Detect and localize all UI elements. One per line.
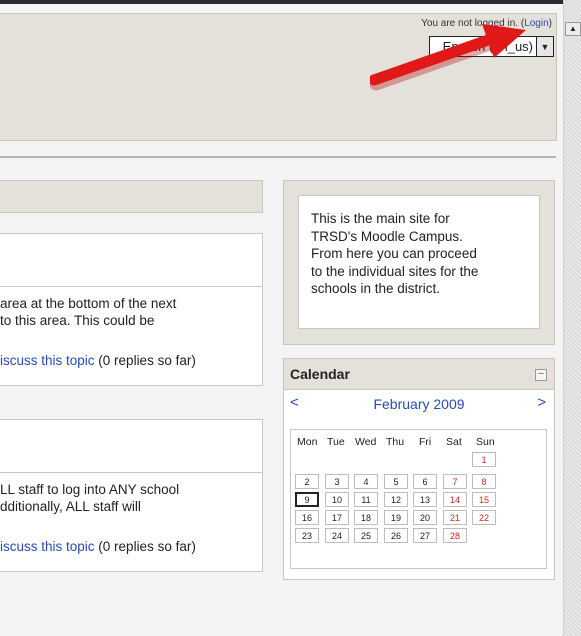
calendar-dow-sun: Sun	[476, 436, 495, 448]
post-body: area at the bottom of the next to this a…	[0, 287, 262, 329]
forum-post-2: LL staff to log into ANY school dditiona…	[0, 419, 263, 572]
calendar-day[interactable]: 22	[472, 510, 496, 525]
calendar-day[interactable]: 2	[295, 474, 319, 489]
calendar-day[interactable]: 9	[295, 492, 319, 507]
post-footer: iscuss this topic (0 replies so far)	[0, 329, 262, 385]
dropdown-arrow-icon[interactable]: ▼	[536, 37, 553, 56]
site-info-inner: This is the main site for TRSD's Moodle …	[298, 195, 540, 329]
calendar-day[interactable]: 8	[472, 474, 496, 489]
post-footer: iscuss this topic (0 replies so far)	[0, 515, 262, 571]
calendar-day[interactable]: 28	[443, 528, 467, 543]
calendar-nav: < February 2009 >	[284, 390, 554, 416]
calendar-dow-thu: Thu	[386, 436, 405, 448]
header-divider	[0, 156, 556, 158]
calendar-day[interactable]: 12	[384, 492, 408, 507]
calendar-day[interactable]: 25	[354, 528, 378, 543]
calendar-day[interactable]: 26	[384, 528, 408, 543]
login-suffix: )	[548, 18, 552, 29]
post-header	[0, 234, 262, 287]
calendar-day[interactable]: 3	[325, 474, 349, 489]
minus-box-icon[interactable]: –	[535, 369, 547, 381]
calendar-header: Calendar –	[284, 359, 554, 390]
discuss-topic-link[interactable]: iscuss this topic	[0, 353, 95, 368]
top-border	[0, 0, 563, 4]
discuss-topic-link[interactable]: iscuss this topic	[0, 539, 95, 554]
post-body-line: to this area. This could be	[0, 313, 155, 328]
left-column-header-bar	[0, 180, 263, 213]
replies-count: (0 replies so far)	[94, 539, 196, 554]
calendar-dow-mon: Mon	[297, 436, 318, 448]
calendar-day[interactable]: 21	[443, 510, 467, 525]
post-body-line: dditionally, ALL staff will	[0, 499, 141, 514]
red-arrow-icon	[370, 24, 526, 91]
post-body-line: LL staff to log into ANY school	[0, 482, 180, 497]
calendar-day[interactable]: 14	[443, 492, 467, 507]
calendar-day[interactable]: 1	[472, 452, 496, 467]
post-body-line: area at the bottom of the next	[0, 296, 177, 311]
calendar-dow-tue: Tue	[327, 436, 345, 448]
calendar-day[interactable]: 27	[413, 528, 437, 543]
calendar-day[interactable]: 23	[295, 528, 319, 543]
next-month-link[interactable]: >	[537, 394, 546, 411]
vertical-scrollbar[interactable]: ▲	[563, 0, 581, 636]
calendar-dow-fri: Fri	[419, 436, 432, 448]
post-header	[0, 420, 262, 473]
calendar-day[interactable]: 11	[354, 492, 378, 507]
replies-count: (0 replies so far)	[94, 353, 196, 368]
site-info-block: This is the main site for TRSD's Moodle …	[283, 180, 555, 345]
calendar-day[interactable]: 19	[384, 510, 408, 525]
calendar-day[interactable]: 15	[472, 492, 496, 507]
site-info-text: This is the main site for TRSD's Moodle …	[311, 211, 479, 296]
calendar-day[interactable]: 20	[413, 510, 437, 525]
calendar-day[interactable]: 5	[384, 474, 408, 489]
calendar-day[interactable]: 18	[354, 510, 378, 525]
calendar-month-link[interactable]: February 2009	[284, 396, 554, 412]
calendar-dow-wed: Wed	[355, 436, 377, 448]
calendar-day[interactable]: 17	[325, 510, 349, 525]
calendar-day[interactable]: 4	[354, 474, 378, 489]
calendar-day[interactable]: 7	[443, 474, 467, 489]
calendar-dow-sat: Sat	[446, 436, 462, 448]
calendar-day[interactable]: 13	[413, 492, 437, 507]
calendar-day[interactable]: 10	[325, 492, 349, 507]
calendar-block: Calendar – < February 2009 > Mon Tue Wed Th…	[283, 358, 555, 580]
forum-post-1: area at the bottom of the next to this a…	[0, 233, 263, 386]
scroll-up-arrow-icon[interactable]: ▲	[565, 22, 581, 36]
calendar-grid: Mon Tue Wed Thu Fri Sat Sun 1 2 3 4 5 6 7 8 9 10 11 12 13 14…	[290, 429, 547, 569]
calendar-day[interactable]: 16	[295, 510, 319, 525]
calendar-day[interactable]: 6	[413, 474, 437, 489]
calendar-day[interactable]: 24	[325, 528, 349, 543]
post-body: LL staff to log into ANY school dditiona…	[0, 473, 262, 515]
calendar-title: Calendar	[290, 366, 350, 382]
